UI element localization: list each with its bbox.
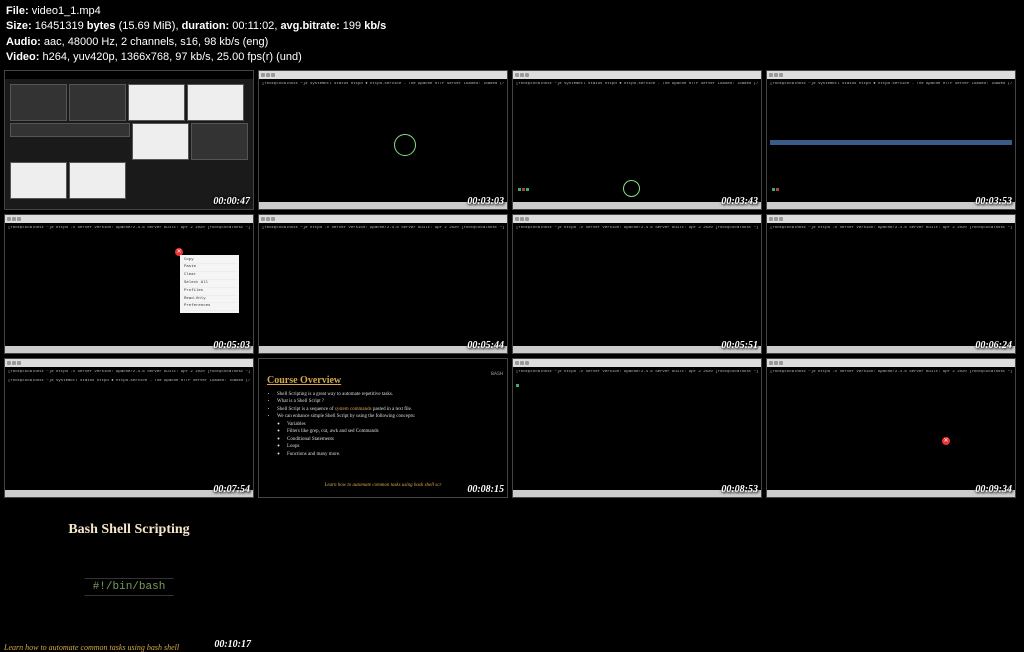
terminal-output: [root@localhost ~]# httpd -v Server vers…	[5, 223, 253, 353]
timestamp: 00:07:54	[213, 484, 250, 495]
timestamp: 00:05:44	[467, 340, 504, 351]
terminal-output: [root@localhost ~]# httpd -v Server vers…	[513, 367, 761, 497]
video-info: h264, yuv420p, 1366x768, 97 kb/s, 25.00 …	[42, 51, 301, 63]
file-info-header: File: video1_1.mp4 Size: 16451319 bytes …	[0, 0, 1024, 70]
timestamp: 00:03:43	[721, 196, 758, 207]
thumbnail-9: [root@localhost ~]# httpd -v Server vers…	[4, 358, 254, 498]
audio-info: aac, 48000 Hz, 2 channels, s16, 98 kb/s …	[44, 36, 268, 48]
thumbnail-10: BASH Course Overview Shell Scripting is …	[258, 358, 508, 498]
timestamp: 00:00:47	[213, 196, 250, 207]
terminal-output: [root@localhost ~]# systemctl status htt…	[767, 79, 1015, 209]
size-bytes: 16451319	[35, 20, 84, 32]
slide-bullets: Shell Scripting is a great way to automa…	[267, 391, 499, 459]
size-label: Size:	[6, 20, 32, 32]
audio-label: Audio:	[6, 36, 41, 48]
terminal-output: [root@localhost ~]# httpd -v Server vers…	[259, 223, 507, 353]
final-footer: Learn how to automate common tasks using…	[4, 643, 179, 652]
terminal-output: [root@localhost ~]# httpd -v Server vers…	[767, 367, 1015, 497]
thumbnail-5: [root@localhost ~]# httpd -v Server vers…	[4, 214, 254, 354]
terminal-output: [root@localhost ~]# systemctl status htt…	[259, 79, 507, 209]
timestamp: 00:03:03	[467, 196, 504, 207]
duration: 00:11:02	[232, 20, 274, 32]
desktop-overview	[5, 79, 253, 209]
timestamp: 00:05:51	[721, 340, 758, 351]
thumbnail-12: [root@localhost ~]# httpd -v Server vers…	[766, 358, 1016, 498]
terminal-output: [root@localhost ~]# httpd -v Server vers…	[513, 223, 761, 353]
timestamp: 00:09:34	[975, 484, 1012, 495]
thumbnail-1: 00:00:47	[4, 70, 254, 210]
thumbnail-3: [root@localhost ~]# systemctl status htt…	[512, 70, 762, 210]
bash-logo: BASH	[491, 371, 503, 377]
context-menu[interactable]: CopyPasteClear Select AllProfilesRead-On…	[180, 255, 239, 314]
shebang-line: #!/bin/bash	[85, 578, 174, 596]
error-icon: ✕	[942, 437, 950, 445]
timestamp: 00:08:53	[721, 484, 758, 495]
terminal-output: [root@localhost ~]# httpd -v Server vers…	[767, 223, 1015, 353]
final-title: Bash Shell Scripting	[4, 502, 254, 538]
thumbnail-4: [root@localhost ~]# systemctl status htt…	[766, 70, 1016, 210]
timestamp: 00:10:17	[214, 639, 251, 650]
timestamp: 00:03:53	[975, 196, 1012, 207]
slide-title: Course Overview	[267, 375, 499, 387]
terminal-output: [root@localhost ~]# httpd -v Server vers…	[5, 367, 253, 497]
thumbnail-11: [root@localhost ~]# httpd -v Server vers…	[512, 358, 762, 498]
thumbnail-8: [root@localhost ~]# httpd -v Server vers…	[766, 214, 1016, 354]
video-label: Video:	[6, 51, 39, 63]
thumbnail-13: Bash Shell Scripting #!/bin/bash Learn h…	[4, 502, 254, 652]
file-label: File:	[6, 5, 29, 17]
thumbnail-7: [root@localhost ~]# httpd -v Server vers…	[512, 214, 762, 354]
file-name: video1_1.mp4	[32, 5, 101, 17]
bitrate: 199	[343, 20, 361, 32]
timestamp: 00:08:15	[467, 484, 504, 495]
timestamp: 00:05:03	[213, 340, 250, 351]
terminal-output: [root@localhost ~]# systemctl status htt…	[513, 79, 761, 209]
slide-content: BASH Course Overview Shell Scripting is …	[259, 367, 507, 497]
timestamp: 00:06:24	[975, 340, 1012, 351]
thumbnail-6: [root@localhost ~]# httpd -v Server vers…	[258, 214, 508, 354]
thumbnail-2: [root@localhost ~]# systemctl status htt…	[258, 70, 508, 210]
thumbnail-grid: 00:00:47 [root@localhost ~]# systemctl s…	[0, 70, 1024, 498]
